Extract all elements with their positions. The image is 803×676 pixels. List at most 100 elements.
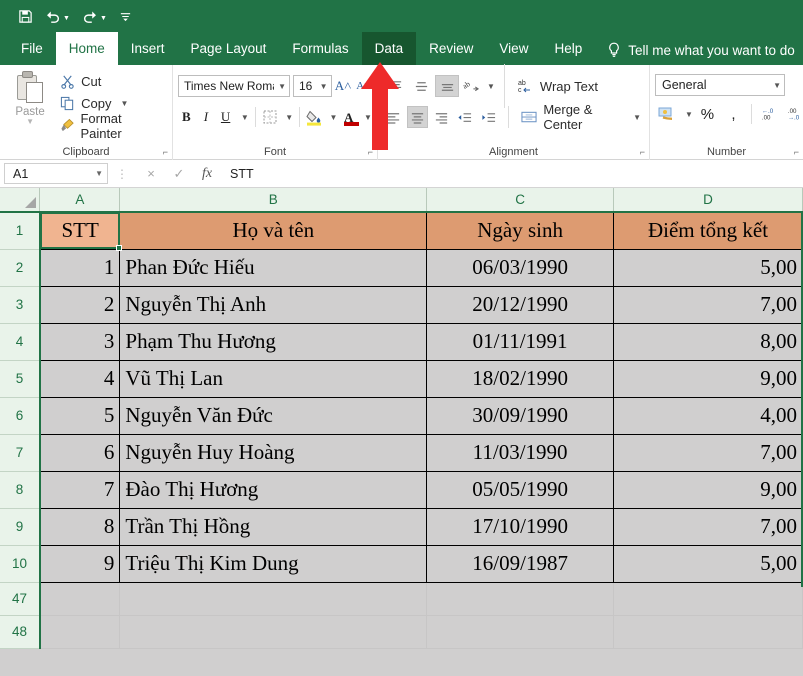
cell-empty[interactable] [613, 615, 803, 649]
customize-qat-icon[interactable] [119, 10, 132, 23]
cell-stt[interactable]: 8 [39, 508, 121, 546]
bold-button[interactable]: B [178, 106, 195, 129]
confirm-entry-icon[interactable]: ✓ [165, 166, 193, 182]
alignment-dialog-launcher-icon[interactable]: ⌐ [640, 147, 645, 157]
font-name-combo[interactable]: Times New Roma ▼ [178, 75, 290, 97]
column-header-c[interactable]: C [426, 188, 615, 213]
cell-stt[interactable]: 2 [39, 286, 121, 324]
cell-score[interactable]: 9,00 [613, 471, 803, 509]
cell-empty[interactable] [119, 582, 428, 616]
cell-name[interactable]: Trần Thị Hồng [119, 508, 428, 546]
cell-dob[interactable]: 16/09/1987 [426, 545, 615, 583]
format-painter-button[interactable]: Format Painter [55, 111, 167, 141]
cell-score[interactable]: 7,00 [613, 434, 803, 472]
font-size-combo[interactable]: 16 ▼ [293, 75, 332, 97]
wrap-text-button[interactable]: ab c Wrap Text [514, 75, 601, 98]
insert-function-icon[interactable]: fx [193, 166, 221, 182]
redo-icon[interactable]: ▼ [82, 9, 107, 23]
cell-name[interactable]: Vũ Thị Lan [119, 360, 428, 398]
number-format-combo[interactable]: General ▼ [655, 74, 785, 96]
formula-bar-grip[interactable]: ⋮ [108, 167, 137, 181]
row-header[interactable]: 9 [0, 508, 41, 546]
increase-indent-icon[interactable] [478, 106, 500, 128]
cell-name[interactable]: Nguyễn Thị Anh [119, 286, 428, 324]
italic-button[interactable]: I [198, 106, 215, 129]
row-header[interactable]: 8 [0, 471, 41, 509]
column-header-b[interactable]: B [119, 188, 428, 213]
cell-stt[interactable]: 7 [39, 471, 121, 509]
row-header[interactable]: 3 [0, 286, 41, 324]
comma-style-icon[interactable]: , [722, 103, 745, 126]
cell-name[interactable]: Nguyễn Huy Hoàng [119, 434, 428, 472]
align-center-icon[interactable] [406, 106, 429, 128]
redo-dropdown-icon[interactable]: ▼ [100, 15, 107, 22]
cell-name[interactable]: Triệu Thị Kim Dung [119, 545, 428, 583]
accounting-dropdown-icon[interactable]: ▼ [685, 110, 693, 119]
row-header[interactable]: 6 [0, 397, 41, 435]
row-header[interactable]: 4 [0, 323, 41, 361]
cell-dob[interactable]: 11/03/1990 [426, 434, 615, 472]
tab-home[interactable]: Home [55, 32, 118, 65]
cell-a1[interactable]: STT [39, 212, 121, 250]
row-header[interactable]: 7 [0, 434, 41, 472]
underline-button[interactable]: U [217, 106, 234, 129]
select-all-corner[interactable] [0, 188, 41, 213]
cell-empty[interactable] [119, 615, 428, 649]
tab-help[interactable]: Help [541, 32, 595, 65]
formula-input[interactable]: STT [221, 163, 799, 184]
row-header[interactable]: 2 [0, 249, 41, 287]
tab-review[interactable]: Review [416, 32, 486, 65]
tab-view[interactable]: View [486, 32, 541, 65]
cell-empty[interactable] [426, 582, 615, 616]
align-middle-icon[interactable] [409, 75, 433, 97]
cell-name[interactable]: Phan Đức Hiếu [119, 249, 428, 287]
clipboard-dialog-launcher-icon[interactable]: ⌐ [163, 147, 168, 157]
font-size-dropdown-icon[interactable]: ▼ [320, 82, 328, 91]
fill-color-icon[interactable] [306, 106, 323, 129]
font-color-icon[interactable]: A [340, 106, 360, 129]
fill-color-dropdown-icon[interactable]: ▼ [329, 113, 337, 122]
cell-stt[interactable]: 1 [39, 249, 121, 287]
cell-score[interactable]: 7,00 [613, 286, 803, 324]
save-icon[interactable] [18, 9, 33, 24]
column-header-d[interactable]: D [613, 188, 803, 213]
cell-name[interactable]: Nguyễn Văn Đức [119, 397, 428, 435]
cell-empty[interactable] [39, 582, 121, 616]
increase-decimal-icon[interactable]: .00 →.0 [784, 103, 803, 126]
undo-icon[interactable]: ▼ [45, 9, 70, 23]
name-box[interactable]: A1 ▼ [4, 163, 108, 184]
copy-dropdown-icon[interactable]: ▼ [121, 99, 129, 108]
cell-stt[interactable]: 6 [39, 434, 121, 472]
merge-center-button[interactable]: Merge & Center ▼ [518, 102, 644, 132]
paste-button[interactable]: Paste ▼ [5, 69, 55, 141]
cell-score[interactable]: 7,00 [613, 508, 803, 546]
cell-stt[interactable]: 9 [39, 545, 121, 583]
cell-score[interactable]: 4,00 [613, 397, 803, 435]
align-right-icon[interactable] [430, 106, 452, 128]
row-header[interactable]: 48 [0, 615, 41, 649]
cell-score[interactable]: 8,00 [613, 323, 803, 361]
cell-c1[interactable]: Ngày sinh [426, 212, 615, 250]
row-header-1[interactable]: 1 [0, 212, 41, 250]
increase-font-size-icon[interactable]: A˄ [335, 75, 352, 98]
row-header[interactable]: 47 [0, 582, 41, 616]
cut-button[interactable]: Cut [55, 71, 167, 92]
cell-stt[interactable]: 3 [39, 323, 121, 361]
cell-name[interactable]: Phạm Thu Hương [119, 323, 428, 361]
row-header[interactable]: 10 [0, 545, 41, 583]
cell-dob[interactable]: 18/02/1990 [426, 360, 615, 398]
cell-dob[interactable]: 01/11/1991 [426, 323, 615, 361]
cell-dob[interactable]: 17/10/1990 [426, 508, 615, 546]
tab-file[interactable]: File [8, 32, 56, 65]
decrease-indent-icon[interactable] [454, 106, 476, 128]
tab-data[interactable]: Data [361, 32, 417, 65]
number-dialog-launcher-icon[interactable]: ⌐ [794, 147, 799, 157]
underline-dropdown-icon[interactable]: ▼ [241, 113, 249, 122]
column-header-a[interactable]: A [39, 188, 121, 213]
cell-empty[interactable] [426, 615, 615, 649]
tab-insert[interactable]: Insert [118, 32, 178, 65]
cell-score[interactable]: 5,00 [613, 249, 803, 287]
font-name-dropdown-icon[interactable]: ▼ [278, 82, 286, 91]
align-bottom-icon[interactable] [435, 75, 459, 97]
paste-dropdown-icon[interactable]: ▼ [26, 118, 34, 126]
